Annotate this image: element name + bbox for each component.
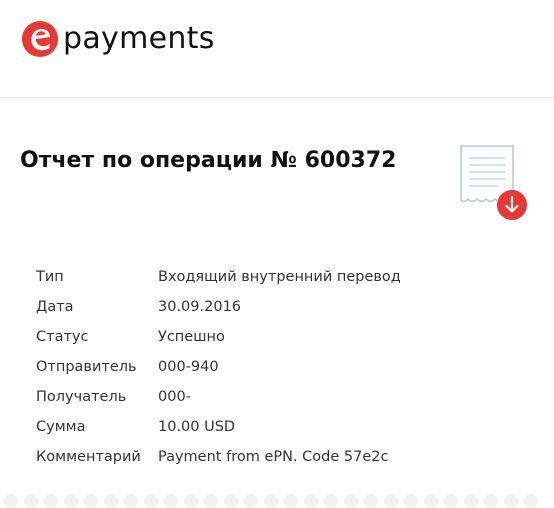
edge-scallop: [384, 494, 398, 508]
page-title: Отчет по операции № 600372: [20, 148, 397, 173]
detail-label: Дата: [36, 299, 74, 315]
logo[interactable]: payments: [21, 20, 215, 58]
receipt-torn-edge: [0, 494, 554, 508]
edge-scallop: [284, 494, 298, 508]
edge-scallop: [24, 494, 38, 508]
detail-row-amount: Сумма 10.00 USD: [36, 412, 401, 442]
receipt-download-icon[interactable]: [458, 144, 530, 224]
edge-scallop: [484, 494, 498, 508]
detail-row-status: Статус Успешно: [36, 322, 401, 352]
brand-name: payments: [63, 21, 215, 56]
edge-scallop: [124, 494, 138, 508]
detail-label: Получатель: [36, 389, 127, 405]
edge-scallop: [84, 494, 98, 508]
detail-row-sender: Отправитель 000-940: [36, 352, 401, 382]
detail-value: 30.09.2016: [158, 299, 242, 315]
edge-scallop: [184, 494, 198, 508]
operation-details: Тип Входящий внутренний перевод Дата 30.…: [36, 262, 401, 472]
detail-value: 10.00 USD: [158, 419, 236, 435]
edge-scallop: [304, 494, 318, 508]
edge-scallop: [64, 494, 78, 508]
edge-scallop: [224, 494, 238, 508]
edge-scallop: [444, 494, 458, 508]
edge-scallop: [404, 494, 418, 508]
edge-scallop: [324, 494, 338, 508]
detail-label: Комментарий: [36, 449, 141, 465]
detail-label: Статус: [36, 329, 89, 345]
edge-scallop: [424, 494, 438, 508]
detail-label: Тип: [36, 269, 64, 285]
edge-scallop: [524, 494, 538, 508]
edge-scallop: [144, 494, 158, 508]
detail-label: Сумма: [36, 419, 86, 435]
edge-scallop: [204, 494, 218, 508]
detail-value: 000-: [158, 389, 191, 405]
edge-scallop: [4, 494, 18, 508]
epayments-logo-icon: [21, 20, 59, 58]
edge-scallop: [364, 494, 378, 508]
edge-scallop: [504, 494, 518, 508]
edge-scallop: [344, 494, 358, 508]
edge-scallop: [464, 494, 478, 508]
detail-value: Payment from ePN. Code 57e2c: [158, 449, 389, 465]
header: payments: [0, 0, 554, 98]
detail-row-comment: Комментарий Payment from ePN. Code 57e2c: [36, 442, 401, 472]
detail-row-date: Дата 30.09.2016: [36, 292, 401, 322]
detail-row-recipient: Получатель 000-: [36, 382, 401, 412]
edge-scallop: [244, 494, 258, 508]
detail-value: 000-940: [158, 359, 219, 375]
edge-scallop: [44, 494, 58, 508]
edge-scallop: [164, 494, 178, 508]
detail-value: Успешно: [158, 329, 225, 345]
edge-scallop: [264, 494, 278, 508]
detail-row-type: Тип Входящий внутренний перевод: [36, 262, 401, 292]
edge-scallop: [104, 494, 118, 508]
detail-value: Входящий внутренний перевод: [158, 269, 401, 285]
detail-label: Отправитель: [36, 359, 137, 375]
